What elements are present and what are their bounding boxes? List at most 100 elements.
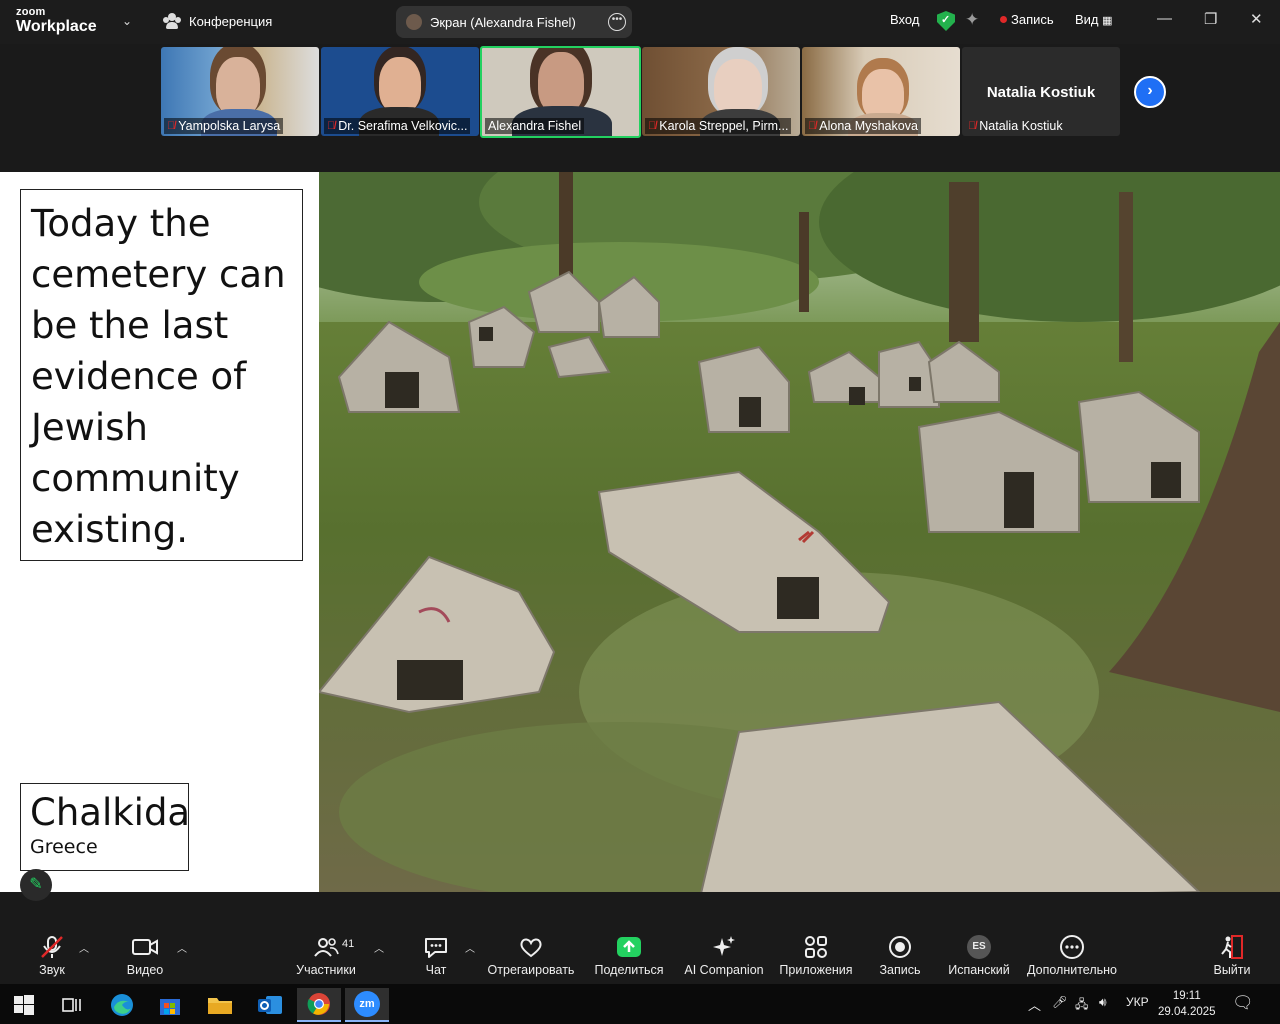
zoom-workplace-logo[interactable]: zoom Workplace: [16, 7, 97, 35]
react-label: Отрегаировать: [487, 963, 575, 977]
participants-button[interactable]: 41 Участники: [292, 934, 360, 977]
clock-time: 19:11: [1172, 990, 1201, 1002]
record-label: Запись: [879, 963, 921, 977]
zoom-app-label: zm: [354, 991, 380, 1017]
participant-name: 🎙̸ Yampolska Larysa: [164, 118, 284, 134]
show-hidden-icons-icon[interactable]: ︿: [1028, 995, 1041, 1014]
participant-name: 🎙̸ Dr. Serafima Velkovic...: [324, 118, 471, 134]
conference-menu[interactable]: Конференция: [163, 13, 272, 29]
restore-button[interactable]: ❐: [1204, 10, 1217, 28]
react-button[interactable]: Отрегаировать: [486, 934, 576, 977]
apps-grid-icon: [776, 934, 856, 960]
participant-name-text: Dr. Serafima Velkovic...: [338, 119, 468, 133]
muted-mic-icon: 🎙̸: [648, 120, 657, 132]
cemetery-photo-image: [319, 172, 1280, 892]
participants-options-caret-icon[interactable]: ︿: [374, 940, 384, 955]
language-badge-wrap: ES: [946, 934, 1012, 960]
participant-video: [538, 52, 584, 114]
participant-tile-active[interactable]: Alexandra Fishel: [480, 46, 641, 138]
participant-name-text: Alexandra Fishel: [488, 119, 582, 133]
participant-tile-no-video[interactable]: Natalia Kostiuk 🎙̸ Natalia Kostiuk: [962, 47, 1120, 136]
recording-label: Запись: [1011, 12, 1054, 27]
leave-button[interactable]: Выйти: [1210, 934, 1254, 977]
more-button[interactable]: Дополнительно: [1025, 934, 1119, 977]
microphone-tray-icon[interactable]: 🎤︎: [1052, 995, 1067, 1009]
chat-label: Чат: [425, 963, 447, 977]
ai-sparkle-icon[interactable]: ✦: [965, 10, 979, 30]
participants-label: Участники: [296, 963, 356, 977]
more-options-icon[interactable]: •••: [608, 13, 626, 31]
meeting-toolbar: Звук ︿ Видео ︿ 41 Участники ︿ Чат ︿ Отре…: [0, 926, 1280, 982]
network-icon[interactable]: 🖧︎: [1075, 995, 1088, 1016]
participant-video: [216, 57, 260, 117]
next-page-arrow-icon[interactable]: ›: [1134, 76, 1166, 108]
task-view-icon[interactable]: [50, 988, 94, 1022]
conference-label: Конференция: [189, 13, 273, 29]
participants-icon: [163, 13, 181, 29]
leave-label: Выйти: [1213, 963, 1251, 977]
chat-options-caret-icon[interactable]: ︿: [465, 940, 475, 955]
language-interpretation-button[interactable]: ES Испанский: [946, 934, 1012, 977]
video-button[interactable]: Видео: [123, 934, 167, 977]
audio-label: Звук: [39, 963, 65, 977]
chevron-down-icon[interactable]: ⌄: [122, 14, 132, 28]
language-badge-icon: ES: [967, 935, 991, 959]
heart-reaction-icon: [486, 934, 576, 960]
slide-text-box: Today the cemetery can be the last evide…: [20, 189, 303, 561]
signin-button[interactable]: Вход: [890, 12, 919, 27]
language-label: Испанский: [948, 963, 1010, 977]
video-label: Видео: [126, 963, 164, 977]
share-button[interactable]: Поделиться: [594, 934, 664, 977]
audio-options-caret-icon[interactable]: ︿: [79, 940, 89, 955]
leave-door-icon: [1210, 934, 1254, 960]
chat-button[interactable]: Чат: [418, 934, 454, 977]
minimize-button[interactable]: —: [1157, 10, 1172, 27]
logo-workplace: Workplace: [16, 18, 97, 35]
clock-date: 29.04.2025: [1158, 1006, 1216, 1018]
close-button[interactable]: ✕: [1250, 10, 1263, 28]
participant-name: 🎙̸ Natalia Kostiuk: [965, 118, 1066, 134]
record-button[interactable]: Запись: [875, 934, 925, 977]
presenter-avatar: [406, 14, 422, 30]
ai-companion-button[interactable]: AI Companion: [682, 934, 766, 977]
notifications-icon[interactable]: 🗨︎: [1232, 993, 1254, 1013]
input-language-indicator[interactable]: УКР: [1126, 995, 1149, 1009]
view-button[interactable]: Вид ▦: [1075, 12, 1113, 27]
ai-sparkle-icon: [682, 934, 766, 960]
screen-share-indicator[interactable]: Экран (Alexandra Fishel) •••: [396, 6, 632, 38]
title-bar: zoom Workplace ⌄ Конференция Экран (Alex…: [0, 0, 1280, 44]
recording-indicator[interactable]: Запись: [1000, 12, 1054, 27]
screen-share-label: Экран (Alexandra Fishel): [430, 14, 576, 30]
more-options-icon: [1025, 934, 1119, 960]
participant-name: 🎙̸ Karola Streppel, Pirm...: [645, 118, 792, 134]
participant-tile[interactable]: 🎙̸ Karola Streppel, Pirm...: [642, 47, 800, 136]
slide-country: Greece: [30, 836, 98, 858]
participant-tile[interactable]: 🎙̸ Dr. Serafima Velkovic...: [321, 47, 479, 136]
volume-icon[interactable]: 🔊︎: [1099, 995, 1107, 1010]
participant-tile[interactable]: 🎙̸ Yampolska Larysa: [161, 47, 319, 136]
view-label: Вид: [1075, 12, 1099, 27]
apps-label: Приложения: [779, 963, 853, 977]
outlook-icon[interactable]: [248, 988, 292, 1022]
apps-button[interactable]: Приложения: [776, 934, 856, 977]
windows-start-icon[interactable]: [2, 988, 46, 1022]
participant-tile[interactable]: 🎙̸ Alona Myshakova: [802, 47, 960, 136]
edge-browser-icon[interactable]: [100, 988, 144, 1022]
participant-name-text: Alona Myshakova: [819, 119, 918, 133]
participants-count: 41: [342, 938, 355, 950]
annotate-pen-icon[interactable]: ✎: [20, 869, 52, 901]
chrome-browser-icon[interactable]: [297, 988, 341, 1022]
audio-button[interactable]: Звук: [30, 934, 74, 977]
security-shield-icon[interactable]: [937, 11, 955, 31]
record-dot-icon: [1000, 16, 1007, 23]
video-options-caret-icon[interactable]: ︿: [177, 940, 187, 955]
muted-mic-icon: 🎙̸: [167, 120, 176, 132]
slide-city: Chalkida: [30, 791, 191, 834]
microsoft-store-icon[interactable]: [148, 988, 192, 1022]
view-grid-icon: ▦: [1102, 15, 1113, 27]
zoom-taskbar-icon[interactable]: zm: [345, 988, 389, 1022]
muted-mic-icon: 🎙̸: [808, 120, 817, 132]
taskbar-clock[interactable]: 19:11 29.04.2025: [1158, 988, 1216, 1020]
muted-mic-icon: 🎙̸: [327, 120, 336, 132]
file-explorer-icon[interactable]: [198, 988, 242, 1022]
